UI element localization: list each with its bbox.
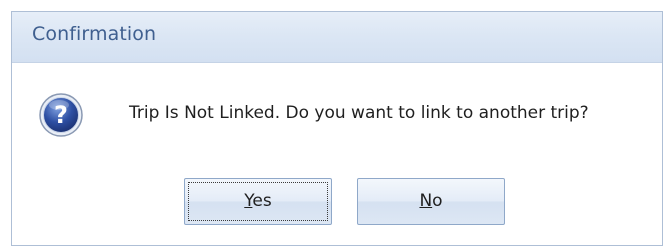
no-label-rest: o (432, 191, 443, 211)
yes-button-label: Yes (185, 191, 331, 211)
yes-button[interactable]: Yes (184, 178, 332, 225)
title-bar: Confirmation (12, 12, 662, 63)
yes-label-rest: es (252, 191, 272, 211)
svg-text:?: ? (54, 101, 68, 129)
confirmation-dialog: Confirmation ? Trip Is Not Linked. Do yo… (11, 11, 663, 246)
dialog-body: ? Trip Is Not Linked. Do you want to lin… (12, 63, 662, 245)
no-button[interactable]: No (357, 178, 505, 225)
dialog-message: Trip Is Not Linked. Do you want to link … (129, 103, 589, 123)
no-accelerator: N (419, 191, 433, 211)
question-icon: ? (39, 93, 83, 137)
dialog-title: Confirmation (32, 23, 157, 45)
no-button-label: No (358, 191, 504, 211)
